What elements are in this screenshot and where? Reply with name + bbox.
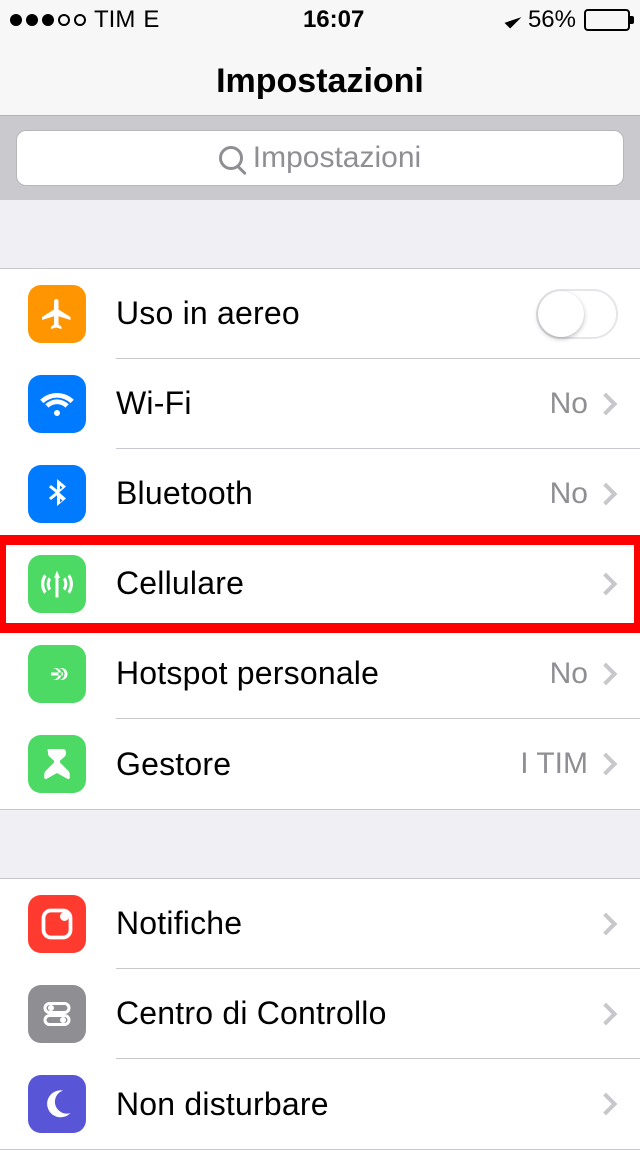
chevron-right-icon xyxy=(595,662,618,685)
row-label: Wi-Fi xyxy=(116,385,550,422)
cell-body: Centro di Controllo xyxy=(116,969,640,1059)
cell-body: GestoreI TIM xyxy=(116,719,640,809)
carrier-label: TIM xyxy=(94,6,135,34)
row-label: Non disturbare xyxy=(116,1086,598,1123)
battery-percent-label: 56% xyxy=(528,6,576,34)
signal-strength-icon xyxy=(10,14,86,26)
settings-row-wifi[interactable]: Wi-FiNo xyxy=(0,359,640,449)
chevron-right-icon xyxy=(595,912,618,935)
status-left: TIM E xyxy=(10,6,159,34)
cell-body: Hotspot personaleNo xyxy=(116,629,640,719)
chevron-right-icon xyxy=(595,753,618,776)
row-label: Centro di Controllo xyxy=(116,995,598,1032)
row-value: No xyxy=(550,477,588,511)
search-input[interactable]: Impostazioni xyxy=(16,130,624,186)
chevron-right-icon xyxy=(595,572,618,595)
wifi-icon xyxy=(28,375,86,433)
settings-row-notifications[interactable]: Notifiche xyxy=(0,879,640,969)
control-center-icon xyxy=(28,985,86,1043)
row-label: Notifiche xyxy=(116,905,598,942)
row-value: I TIM xyxy=(520,747,588,781)
battery-icon xyxy=(584,9,630,31)
chevron-right-icon xyxy=(595,482,618,505)
page-title: Impostazioni xyxy=(0,62,640,101)
row-value: No xyxy=(550,387,588,421)
chevron-right-icon xyxy=(595,1002,618,1025)
settings-row-hotspot[interactable]: Hotspot personaleNo xyxy=(0,629,640,719)
cellular-icon xyxy=(28,555,86,613)
settings-row-control-center[interactable]: Centro di Controllo xyxy=(0,969,640,1059)
notifications-icon xyxy=(28,895,86,953)
chevron-right-icon xyxy=(595,392,618,415)
settings-row-cellular[interactable]: Cellulare xyxy=(0,539,640,629)
network-type-label: E xyxy=(143,6,159,34)
clock-label: 16:07 xyxy=(303,6,364,34)
cell-body: Uso in aereo xyxy=(116,269,640,359)
settings-row-bluetooth[interactable]: BluetoothNo xyxy=(0,449,640,539)
chevron-right-icon xyxy=(595,1093,618,1116)
cell-body: BluetoothNo xyxy=(116,449,640,539)
status-right: 56% xyxy=(508,6,630,34)
airplane-icon xyxy=(28,285,86,343)
row-value: No xyxy=(550,657,588,691)
nav-header: Impostazioni xyxy=(0,40,640,116)
switch-knob xyxy=(538,291,584,337)
cell-body: Notifiche xyxy=(116,879,640,969)
row-label: Cellulare xyxy=(116,565,598,602)
settings-list: Uso in aereoWi-FiNoBluetoothNoCellulareH… xyxy=(0,268,640,1150)
location-icon xyxy=(504,12,521,29)
dnd-icon xyxy=(28,1075,86,1133)
hotspot-icon xyxy=(28,645,86,703)
settings-group: Uso in aereoWi-FiNoBluetoothNoCellulareH… xyxy=(0,268,640,810)
row-label: Gestore xyxy=(116,746,520,783)
carrier-icon xyxy=(28,735,86,793)
status-bar: TIM E 16:07 56% xyxy=(0,0,640,40)
row-label: Bluetooth xyxy=(116,475,550,512)
row-label: Uso in aereo xyxy=(116,295,536,332)
cell-body: Wi-FiNo xyxy=(116,359,640,449)
search-placeholder: Impostazioni xyxy=(253,141,421,175)
search-icon xyxy=(219,146,243,170)
bluetooth-icon xyxy=(28,465,86,523)
airplane-switch[interactable] xyxy=(536,289,618,339)
cell-body: Cellulare xyxy=(116,539,640,629)
settings-row-carrier[interactable]: GestoreI TIM xyxy=(0,719,640,809)
settings-group: Notifiche Centro di Controllo Non disturba… xyxy=(0,878,640,1150)
row-label: Hotspot personale xyxy=(116,655,550,692)
settings-row-airplane[interactable]: Uso in aereo xyxy=(0,269,640,359)
search-bar-container: Impostazioni xyxy=(0,116,640,200)
